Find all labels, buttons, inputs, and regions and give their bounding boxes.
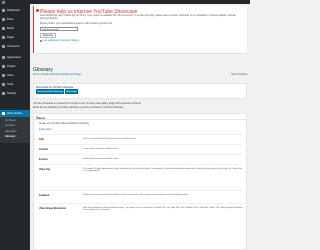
create-pages-button[interactable]: Create YouTube Showcase Pages [36, 89, 70, 94]
setup-box: Shortcodes for YouTube Showcase Create Y… [33, 83, 247, 99]
glossary-row: Video Key The unique 11-digit alphanumer… [39, 164, 244, 189]
alert-icon [36, 9, 39, 13]
sidebar-item-dashboard[interactable]: Dashboard [0, 7, 30, 14]
link-row: Click to Youtube Showcase Settings and P… [33, 74, 247, 78]
improve-notice: Please help us improve YouTube Showcase … [33, 6, 247, 53]
glossary-row: Content Content does not have a default … [39, 144, 244, 154]
submenu-add-new[interactable]: Add New [5, 123, 15, 128]
glossary-row: Featured Select this option to feature y… [39, 190, 244, 202]
submenu-glossary[interactable]: Glossary [5, 134, 15, 139]
row-value: Excerpt does not have a default value. [83, 157, 119, 160]
admin-bar [0, 0, 250, 4]
users-icon [2, 73, 5, 77]
glossary-row: Title Title is a required field. Title d… [39, 134, 244, 144]
settings-icon [2, 91, 5, 95]
row-key: Content [39, 147, 49, 151]
admin-sidebar: Dashboard Posts Media Pages Comments App… [0, 4, 30, 250]
videos-panel: Videos Create your YouTube videos defini… [33, 113, 248, 250]
sidebar-item-pages[interactable]: Pages [0, 34, 30, 41]
submenu-all-videos[interactable]: All Videos [5, 118, 16, 123]
row-key: Video Image Resolution [39, 206, 67, 210]
notice-confirm-text: Please confirm your email address below … [40, 22, 113, 25]
row-key: Featured [39, 193, 50, 197]
glossary-row: Excerpt Excerpt does not have a default … [39, 154, 244, 164]
sidebar-item-users[interactable]: Users [0, 72, 30, 79]
media-icon [2, 26, 5, 30]
collapse-caret-icon[interactable] [36, 115, 38, 117]
email-field[interactable]: [email protected] [40, 26, 78, 31]
sidebar-item-plugins[interactable]: Plugins [0, 63, 30, 70]
comment-icon [2, 44, 5, 48]
plug-icon [2, 64, 5, 68]
discount-link[interactable]: Get a discount on premium plugins [44, 40, 80, 42]
sidebar-item-media[interactable]: Media [0, 25, 30, 32]
row-key: Video Key [39, 167, 51, 171]
panel-header[interactable]: Videos [34, 114, 248, 120]
sidebar-item-settings[interactable]: Settings [0, 90, 30, 97]
notice-heading: Please help us improve YouTube Showcase [40, 8, 138, 15]
row-value: Title is a required field. Title does no… [83, 137, 137, 140]
page-icon [2, 35, 5, 39]
row-key: Title [39, 137, 44, 141]
row-value: The unique 11-digit alphanumeric video k… [83, 167, 242, 173]
help-link[interactable]: Help & Tutorials [231, 74, 247, 76]
settings-link[interactable]: Click to Youtube Showcase Settings and P… [33, 74, 81, 76]
pin-icon [2, 17, 5, 21]
dashboard-icon [2, 8, 5, 12]
sidebar-item-posts[interactable]: Posts [0, 16, 30, 23]
page-title: Glossary [33, 67, 53, 73]
row-value: Content does not have a default value. [83, 147, 119, 150]
notice-text: Need WordPress help? Please join our for… [40, 15, 236, 20]
row-value: Select this option to feature your video… [83, 193, 189, 196]
sidebar-submenu: All Videos Add New Categories Glossary [0, 116, 30, 143]
row-value: Sets the resolution of video thumbnail i… [83, 206, 243, 212]
submenu-categories[interactable]: Categories [5, 129, 17, 134]
sidebar-item-comments[interactable]: Comments [0, 43, 30, 50]
glossary-row: Video Image Resolution Sets the resoluti… [39, 203, 244, 233]
discount-checkbox[interactable] [40, 40, 43, 43]
intro-text: YouTube Showcase is a powerful but simpl… [33, 103, 142, 105]
row-key: Excerpt [39, 157, 48, 161]
sidebar-item-tools[interactable]: Tools [0, 81, 30, 88]
video-icon [2, 111, 5, 115]
intro-subtext: Below are the definitions of entities, a… [33, 107, 124, 109]
wrench-icon [2, 82, 5, 86]
panel-description: Create your YouTube videos definitions s… [39, 123, 90, 125]
brush-icon [2, 55, 5, 59]
sidebar-item-appearance[interactable]: Appearance [0, 54, 30, 61]
subscribe-button[interactable]: Subscribe [40, 33, 56, 38]
shortcode-text: [emd_video] [39, 128, 52, 131]
skip-setup-button[interactable]: Skip Setup [65, 89, 78, 94]
